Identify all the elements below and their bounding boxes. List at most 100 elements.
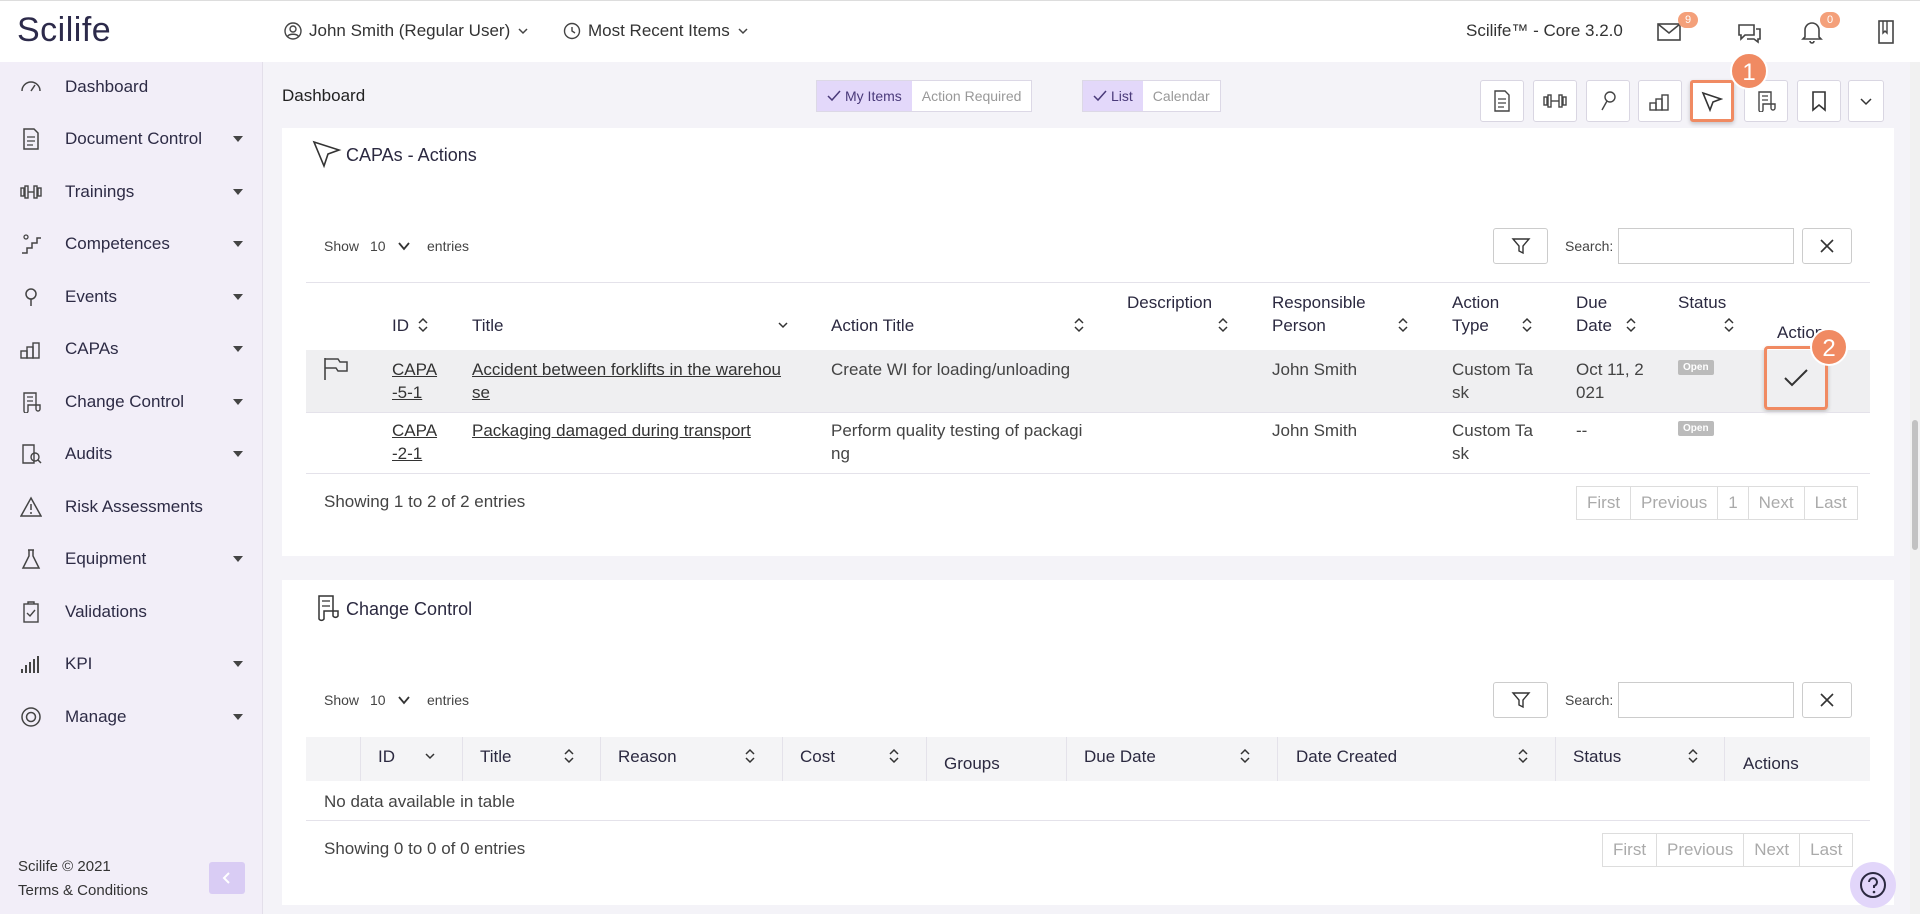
chevron-down-icon: [233, 399, 243, 405]
sidebar-item-audits[interactable]: Audits: [0, 434, 262, 474]
column-header-action-type[interactable]: Action Type: [1452, 291, 1499, 337]
responsible-cell: John Smith: [1272, 421, 1358, 440]
flag-icon[interactable]: [322, 356, 350, 382]
column-header-action-title[interactable]: Action Title: [831, 314, 914, 337]
capa-actions-shortcut-button[interactable]: [1690, 80, 1734, 122]
action-required-label: Action Required: [921, 88, 1022, 104]
column-header-cost[interactable]: Cost: [800, 745, 835, 768]
sidebar: Dashboard Document Control Trainings Com…: [0, 62, 263, 914]
scrollbar-thumb[interactable]: [1912, 420, 1918, 550]
capas-shortcut-button[interactable]: [1638, 80, 1682, 122]
pager-next[interactable]: Next: [1749, 487, 1805, 519]
pager-last[interactable]: Last: [1800, 834, 1852, 866]
more-shortcuts-button[interactable]: [1848, 80, 1884, 122]
sidebar-item-label: CAPAs: [65, 339, 119, 358]
column-header-id[interactable]: ID: [392, 314, 409, 337]
documents-shortcut-button[interactable]: [1480, 80, 1524, 122]
column-header-id[interactable]: ID: [378, 745, 395, 768]
cursor-arrow-icon: [312, 140, 342, 170]
chevron-down-icon: [518, 28, 528, 35]
calendar-view-toggle[interactable]: Calendar: [1143, 81, 1220, 111]
sidebar-item-validations[interactable]: Validations: [0, 592, 262, 632]
chevron-down-icon: [233, 189, 243, 195]
book-button[interactable]: [1876, 19, 1896, 45]
pager-page-1[interactable]: 1: [1718, 487, 1749, 519]
filter-button[interactable]: [1493, 682, 1548, 718]
help-button[interactable]: [1850, 862, 1896, 908]
sidebar-item-label: Change Control: [65, 392, 185, 411]
chat-button[interactable]: [1736, 21, 1762, 45]
sidebar-item-trainings[interactable]: Trainings: [0, 172, 262, 212]
recent-items-label: Most Recent Items: [588, 21, 730, 40]
trainings-shortcut-button[interactable]: [1533, 80, 1577, 122]
sidebar-item-label: Equipment: [65, 549, 147, 568]
barchart-icon: [21, 656, 39, 673]
col-divider: [926, 737, 927, 781]
sort-icon: [1518, 748, 1528, 764]
pager-first[interactable]: First: [1603, 834, 1658, 866]
sidebar-item-competences[interactable]: Competences: [0, 224, 262, 264]
column-header-reason[interactable]: Reason: [618, 745, 677, 768]
column-header-title[interactable]: Title: [480, 745, 512, 768]
pager-previous[interactable]: Previous: [1657, 834, 1745, 866]
type-line-1: Custom Ta: [1452, 360, 1533, 379]
sidebar-item-capas[interactable]: CAPAs: [0, 329, 262, 369]
header-line-1: Action: [1452, 293, 1500, 312]
sidebar-item-dashboard[interactable]: Dashboard: [0, 67, 262, 107]
my-items-toggle[interactable]: My Items: [817, 81, 912, 111]
column-header-date-created[interactable]: Date Created: [1296, 745, 1397, 768]
sidebar-item-kpi[interactable]: KPI: [0, 644, 262, 684]
collapse-sidebar-button[interactable]: [209, 862, 245, 894]
app-logo[interactable]: Scilife: [17, 11, 111, 50]
filter-button[interactable]: [1493, 228, 1548, 264]
pager-next[interactable]: Next: [1744, 834, 1801, 866]
sort-icon: [1240, 748, 1250, 764]
check-icon: [1093, 90, 1107, 102]
terms-link[interactable]: Terms & Conditions: [18, 882, 148, 899]
notifications-button[interactable]: 0: [1800, 12, 1840, 45]
sidebar-item-risk-assessments[interactable]: Risk Assessments: [0, 487, 262, 527]
chevron-down-icon: [1860, 98, 1872, 106]
clear-search-button[interactable]: [1802, 682, 1852, 718]
pager-first[interactable]: First: [1577, 487, 1632, 519]
sidebar-item-label: Document Control: [65, 129, 203, 148]
pager-last[interactable]: Last: [1805, 487, 1857, 519]
mail-button[interactable]: 9: [1656, 12, 1698, 43]
entries-select[interactable]: 10: [370, 684, 420, 716]
column-header-status[interactable]: Status: [1678, 291, 1726, 314]
chevron-down-icon: [233, 556, 243, 562]
sidebar-item-manage[interactable]: Manage: [0, 697, 262, 737]
capa-title-link[interactable]: Accident between forklifts in the wareho…: [472, 358, 781, 404]
column-header-title[interactable]: Title: [472, 314, 504, 337]
entries-select[interactable]: 10: [370, 230, 420, 262]
sort-icon: [1522, 317, 1532, 333]
pager-previous[interactable]: Previous: [1631, 487, 1719, 519]
column-header-status[interactable]: Status: [1573, 745, 1621, 768]
clear-search-button[interactable]: [1802, 228, 1852, 264]
sidebar-item-document-control[interactable]: Document Control: [0, 119, 262, 159]
capa-id-link[interactable]: CAPA -5-1: [392, 358, 437, 404]
due-date-cell: --: [1576, 421, 1588, 440]
dumbbell-icon: [20, 185, 42, 199]
steps-icon: [20, 342, 40, 359]
type-line-1: Custom Ta: [1452, 421, 1533, 440]
events-shortcut-button[interactable]: [1586, 80, 1630, 122]
capa-title-link[interactable]: Packaging damaged during transport: [472, 419, 751, 442]
column-header-due-date[interactable]: Due Date: [1084, 745, 1156, 768]
column-header-due-date[interactable]: Due Date: [1576, 291, 1612, 337]
search-input[interactable]: [1618, 682, 1794, 718]
action-required-toggle[interactable]: Action Required: [912, 81, 1032, 111]
search-input[interactable]: [1618, 228, 1794, 264]
column-header-responsible[interactable]: Responsible Person: [1272, 291, 1366, 337]
column-header-description[interactable]: Description: [1127, 291, 1212, 314]
recent-items-menu[interactable]: Most Recent Items: [563, 21, 749, 41]
check-icon: [1784, 369, 1808, 387]
sidebar-item-equipment[interactable]: Equipment: [0, 539, 262, 579]
sidebar-item-change-control[interactable]: Change Control: [0, 382, 262, 422]
bookmark-shortcut-button[interactable]: [1797, 80, 1841, 122]
sidebar-item-events[interactable]: Events: [0, 277, 262, 317]
user-menu[interactable]: John Smith (Regular User): [284, 21, 529, 41]
capa-id-link[interactable]: CAPA -2-1: [392, 419, 437, 465]
list-view-toggle[interactable]: List: [1083, 81, 1143, 111]
action-title-line-2: ng: [831, 444, 850, 463]
